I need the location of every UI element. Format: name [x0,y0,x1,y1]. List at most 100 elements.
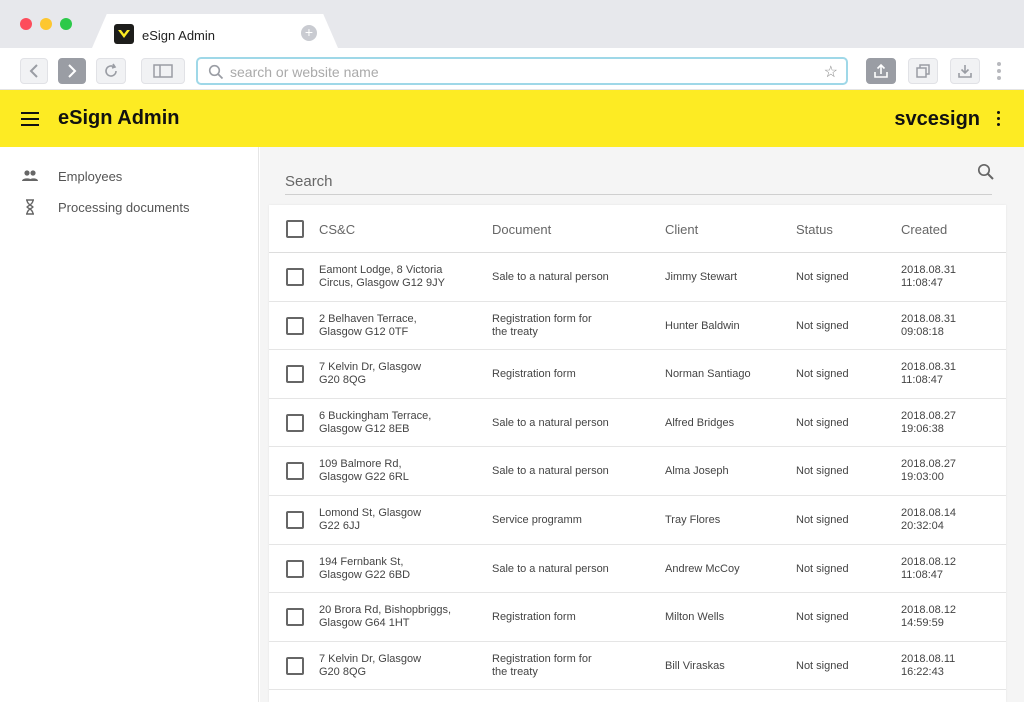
sidebar-toggle-button[interactable] [141,58,185,84]
table-row[interactable]: Lomond St, Glasgow G22 6JJ Service program… [269,496,1006,545]
cell-document: Sale to a natural person [492,563,609,576]
column-header-document[interactable]: Document [492,222,551,237]
column-header-created[interactable]: Created [901,222,947,237]
table-row[interactable]: 20 Brora Rd, Bishopbriggs, Glasgow G64 1H… [269,593,1006,642]
cell-client: Milton Wells [665,611,725,624]
hamburger-menu-icon[interactable] [21,112,39,126]
more-options-icon[interactable] [995,110,1001,128]
browser-titlebar: eSign Admin + [0,0,1024,48]
tabs-icon [916,64,930,78]
forward-button[interactable] [58,58,86,84]
address-bar[interactable]: ☆ [196,57,848,85]
tabs-overview-button[interactable] [908,58,938,84]
search-input[interactable] [285,171,945,191]
table-row[interactable]: 194 Fernbank St, Glasgow G22 6BD Sale to a… [269,545,1006,594]
sidebar-item-label: Processing documents [58,200,190,215]
row-checkbox[interactable] [286,608,304,627]
table-row[interactable]: 2 Belhaven Terrace, Glasgow G12 0TF Regist… [269,302,1006,351]
cell-created-line: 16:22:43 [901,665,944,678]
close-window-button[interactable] [20,18,32,30]
cell-address-line: Glasgow G12 8EB [319,422,410,435]
cell-created: 2018.08.27 19:03:00 [901,458,956,484]
reload-button[interactable] [96,58,126,84]
address-input[interactable] [230,62,790,82]
cell-address-line: Eamont Lodge, 8 Victoria [319,264,443,276]
cell-address: 7 Kelvin Dr, Glasgow G20 8QG [319,653,421,679]
cell-address-line: Glasgow G12 0TF [319,325,409,338]
cell-address-line: 7 Kelvin Dr, Glasgow [319,361,422,374]
row-checkbox[interactable] [286,413,304,432]
cell-created-line: 19:06:38 [901,422,944,435]
search-icon[interactable] [977,163,995,181]
row-checkbox[interactable] [286,462,304,481]
row-checkbox[interactable] [286,559,304,578]
cell-address-line: Lomond St, Glasgow [319,507,422,519]
column-header-status[interactable]: Status [796,222,833,237]
cell-created: 2018.08.12 14:59:59 [901,604,956,630]
sidebar-item-processing-documents[interactable]: Processing documents [0,193,259,221]
cell-client: Alma Joseph [665,465,729,478]
maximize-window-button[interactable] [60,18,72,30]
app-header: eSign Admin svcesign [0,90,1024,147]
cell-created-line: 2018.08.12 [901,604,957,617]
table-row[interactable]: Eamont Lodge, 8 Victoria Circus, Glasgow … [269,253,1006,302]
row-checkbox[interactable] [286,365,304,384]
table-row[interactable]: 109 Balmore Rd, Glasgow G22 6RL Sale to a … [269,447,1006,496]
table-row[interactable]: 6 Buckingham Terrace, Glasgow G12 8EB Sale… [269,399,1006,448]
bookmark-star-icon[interactable]: ☆ [824,62,838,82]
cell-document-line: the treaty [492,665,538,678]
cell-created-line: 11:08:47 [901,374,944,387]
row-checkbox[interactable] [286,316,304,335]
cell-created-line: 2018.08.31 [901,264,957,276]
cell-address-line: G22 6JJ [319,520,360,532]
user-name[interactable]: svcesign [894,108,980,131]
sidebar-icon [153,64,173,78]
esign-logo-icon [114,24,134,44]
cell-address-line: Glasgow G64 1HT [319,617,410,630]
table-row[interactable]: 7 Kelvin Dr, Glasgow G20 8QG Registration … [269,642,1006,691]
cell-document-line: Sale to a natural person [492,562,609,575]
cell-address: 2 Belhaven Terrace, Glasgow G12 0TF [319,313,417,339]
cell-created-line: 2018.08.31 [901,312,957,325]
row-checkbox[interactable] [286,511,304,529]
cell-client: Alfred Bridges [665,416,735,429]
cell-document-line: Registration form [492,611,576,624]
people-icon [22,170,38,181]
search-field[interactable] [285,169,992,195]
browser-menu-icon[interactable] [996,60,1002,82]
cell-document: Service programm [492,514,582,527]
column-header-csc[interactable]: CS&C [319,222,355,237]
cell-address-line: Glasgow G22 6RL [319,471,409,484]
new-tab-button[interactable]: + [301,25,317,41]
column-header-client[interactable]: Client [665,222,698,237]
cell-address-line: 109 Balmore Rd, [319,458,402,471]
cell-created-line: 2018.08.31 [901,361,957,374]
cell-client: Tray Flores [665,514,721,526]
table-row[interactable]: 7 Kelvin Dr, Glasgow G20 8QG Registration … [269,350,1006,399]
chevron-left-icon [29,64,38,78]
sidebar-item-employees[interactable]: Employees [0,162,259,190]
cell-address: 20 Brora Rd, Bishopbriggs, Glasgow G64 1H… [319,604,451,630]
downloads-button[interactable] [950,58,980,84]
cell-address-line: G20 8QG [319,665,367,678]
cell-address-line: 2 Belhaven Terrace, [319,312,417,325]
cell-status: Not signed [796,659,849,672]
cell-document-line: Sale to a natural person [492,416,609,429]
cell-address: 109 Balmore Rd, Glasgow G22 6RL [319,458,409,484]
minimize-window-button[interactable] [40,18,52,30]
cell-created-line: 2018.08.27 [901,409,957,422]
share-icon [874,63,888,78]
back-button[interactable] [20,58,48,84]
app-title: eSign Admin [58,107,180,129]
select-all-checkbox[interactable] [286,220,304,238]
cell-created: 2018.08.14 20:32:04 [901,507,956,533]
download-icon [958,65,972,78]
cell-status: Not signed [796,368,849,381]
cell-created: 2018.08.27 19:06:38 [901,410,956,436]
row-checkbox[interactable] [286,656,304,675]
sidebar-item-label: Employees [58,169,123,184]
cell-created-line: 2018.08.27 [901,458,957,471]
share-button[interactable] [866,58,896,84]
chevron-right-icon [68,64,77,78]
row-checkbox[interactable] [286,268,304,286]
